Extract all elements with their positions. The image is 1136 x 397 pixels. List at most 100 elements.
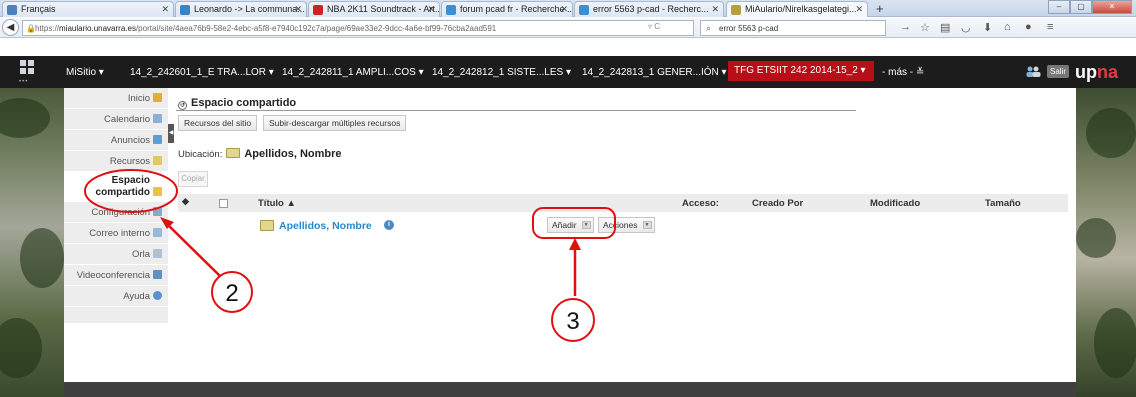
tool-anuncios[interactable]: Anuncios — [64, 130, 168, 151]
tool-videoconferencia[interactable]: Videoconferencia — [64, 265, 168, 286]
nav-site-242813[interactable]: 14_2_242813_1 GENER...IÓN ▾ — [582, 67, 727, 78]
bookmarks-list-icon[interactable]: ▤ — [940, 21, 950, 34]
location-breadcrumb: Ubicación: Apellidos, Nombre — [178, 148, 342, 160]
collapse-menu-handle[interactable]: ◀ — [168, 124, 174, 143]
sort-toggle-icon[interactable]: ◆ — [182, 196, 189, 207]
main-portal: Inicio Calendario Anuncios Recursos Espa… — [64, 88, 1076, 382]
upload-download-button[interactable]: Subir-descargar múltiples recursos — [263, 115, 407, 131]
new-tab-button[interactable]: + — [876, 1, 884, 16]
tool-recursos[interactable]: Recursos — [64, 151, 168, 172]
add-dropdown[interactable]: Añadir ▼ — [547, 217, 594, 233]
nav-site-242811[interactable]: 14_2_242811_1 AMPLI...COS ▾ — [282, 67, 424, 78]
browser-toolbar: ◀ 🔒 https://miaulario.unavarra.es/portal… — [0, 18, 1136, 38]
info-icon[interactable]: i — [384, 220, 394, 230]
browser-tab[interactable]: forum pcad fr - Recherche ... ✕ — [441, 1, 573, 17]
chat-icon[interactable]: ● — [1025, 21, 1032, 33]
tool-espacio-compartido[interactable]: Espacio compartido — [64, 172, 168, 202]
close-tab-icon[interactable]: ✕ — [855, 4, 863, 15]
close-tab-icon[interactable]: ✕ — [427, 4, 435, 15]
users-icon — [1026, 66, 1041, 77]
nav-more[interactable]: - más - ≚ — [882, 67, 924, 78]
download-icon[interactable]: ⬇ — [983, 21, 992, 34]
shared-folder-icon — [153, 187, 162, 196]
browser-tab[interactable]: NBA 2K11 Soundtrack - Art... ✕ — [308, 1, 440, 17]
search-icon: ⌕ — [706, 23, 712, 33]
page-title: ↺ Espacio compartido — [178, 97, 297, 110]
browser-tab[interactable]: Leonardo -> La communa... ✕ — [175, 1, 307, 17]
resources-icon — [153, 156, 162, 165]
upna-logo: upna — [1075, 62, 1119, 82]
tool-correo-interno[interactable]: Correo interno — [64, 223, 168, 244]
column-created-by[interactable]: Creado Por — [752, 198, 803, 209]
globe-icon — [7, 5, 17, 15]
nav-site-242812[interactable]: 14_2_242812_1 SISTE...LES ▾ — [432, 67, 571, 78]
tool-orla[interactable]: Orla — [64, 244, 168, 265]
folder-link[interactable]: Apellidos, Nombre — [279, 220, 372, 232]
close-tab-icon[interactable]: ✕ — [711, 4, 719, 15]
column-access[interactable]: Acceso: — [682, 198, 719, 209]
close-tab-icon[interactable]: ✕ — [294, 4, 302, 15]
column-modified[interactable]: Modificado — [870, 198, 920, 209]
calendar-icon — [153, 114, 162, 123]
mail-icon — [153, 228, 162, 237]
logout-button[interactable]: Salir — [1047, 65, 1069, 78]
actions-dropdown[interactable]: Acciones ▼ — [598, 217, 655, 233]
video-icon — [153, 270, 162, 279]
select-all-checkbox[interactable] — [219, 199, 228, 208]
help-icon — [153, 291, 162, 300]
nav-misitio[interactable]: MiSitio ▾ — [66, 67, 104, 78]
search-input[interactable]: ⌕ error 5563 p-cad — [700, 20, 886, 36]
bing-icon — [446, 5, 456, 15]
column-size[interactable]: Tamaño — [985, 198, 1021, 209]
tool-inicio[interactable]: Inicio — [64, 88, 168, 109]
group-icon — [153, 249, 162, 258]
table-row: Apellidos, Nombre i Añadir ▼ Acciones ▼ — [178, 212, 1068, 238]
pocket-icon[interactable]: ◡ — [961, 21, 971, 34]
folder-icon — [226, 148, 241, 158]
minimize-button[interactable]: – — [1048, 0, 1070, 14]
menu-icon[interactable]: ≡ — [1047, 21, 1053, 33]
tool-menu: Inicio Calendario Anuncios Recursos Espa… — [64, 88, 168, 323]
reset-icon[interactable]: ↺ — [178, 101, 187, 110]
site-logo-icon[interactable]: ••• — [18, 58, 38, 85]
tool-configuracion[interactable]: Configuración — [64, 202, 168, 223]
close-tab-icon[interactable]: ✕ — [560, 4, 568, 15]
table-header: ◆ Título ▲ Acceso: Creado Por Modificado… — [178, 194, 1068, 212]
column-title[interactable]: Título ▲ — [258, 198, 296, 209]
reload-icon[interactable]: ▿ C — [648, 22, 660, 31]
nav-active-site[interactable]: TFG ETSIIT 242 2014-15_2 ▾ — [728, 61, 874, 81]
address-bar[interactable]: 🔒 https://miaulario.unavarra.es/portal/s… — [22, 20, 694, 36]
announcements-icon — [153, 135, 162, 144]
window-controls: – ▢ ✕ — [1048, 0, 1132, 14]
title-divider — [176, 110, 856, 111]
background-left — [0, 88, 64, 397]
tool-calendario[interactable]: Calendario — [64, 109, 168, 130]
folder-icon — [260, 220, 274, 231]
nav-site-242601[interactable]: 14_2_242601_1_E TRA...LOR ▾ — [130, 67, 274, 78]
forward-arrow-icon[interactable]: → — [900, 21, 911, 33]
site-resources-button[interactable]: Recursos del sitio — [178, 115, 258, 131]
settings-icon — [153, 207, 162, 216]
maximize-button[interactable]: ▢ — [1070, 0, 1092, 14]
tool-ayuda[interactable]: Ayuda — [64, 286, 168, 307]
youtube-icon — [313, 5, 323, 15]
browser-tab-strip: Français ✕ Leonardo -> La communa... ✕ N… — [0, 0, 1136, 17]
home-icon[interactable]: ⌂ — [1004, 21, 1011, 33]
browser-tab[interactable]: Français ✕ — [2, 1, 174, 17]
close-window-button[interactable]: ✕ — [1092, 0, 1132, 14]
bookmark-star-icon[interactable]: ☆ — [920, 21, 930, 34]
browser-tab[interactable]: error 5563 p-cad - Recherc... ✕ — [574, 1, 724, 17]
copy-button[interactable]: Copiar — [178, 171, 208, 187]
chevron-down-icon: ▼ — [642, 221, 652, 229]
browser-tab-active[interactable]: MiAulario/Nirelkasgelategi... ✕ — [726, 1, 868, 17]
lock-icon: 🔒 — [26, 24, 36, 33]
home-icon — [153, 93, 162, 102]
miaulario-icon — [731, 5, 741, 15]
site-navigation: ••• MiSitio ▾ 14_2_242601_1_E TRA...LOR … — [0, 56, 1136, 88]
back-button[interactable]: ◀ — [2, 19, 19, 36]
chevron-down-icon: ▼ — [581, 221, 591, 229]
footer — [64, 382, 1076, 397]
background-right — [1076, 88, 1136, 397]
close-tab-icon[interactable]: ✕ — [161, 4, 169, 15]
site-icon — [180, 5, 190, 15]
